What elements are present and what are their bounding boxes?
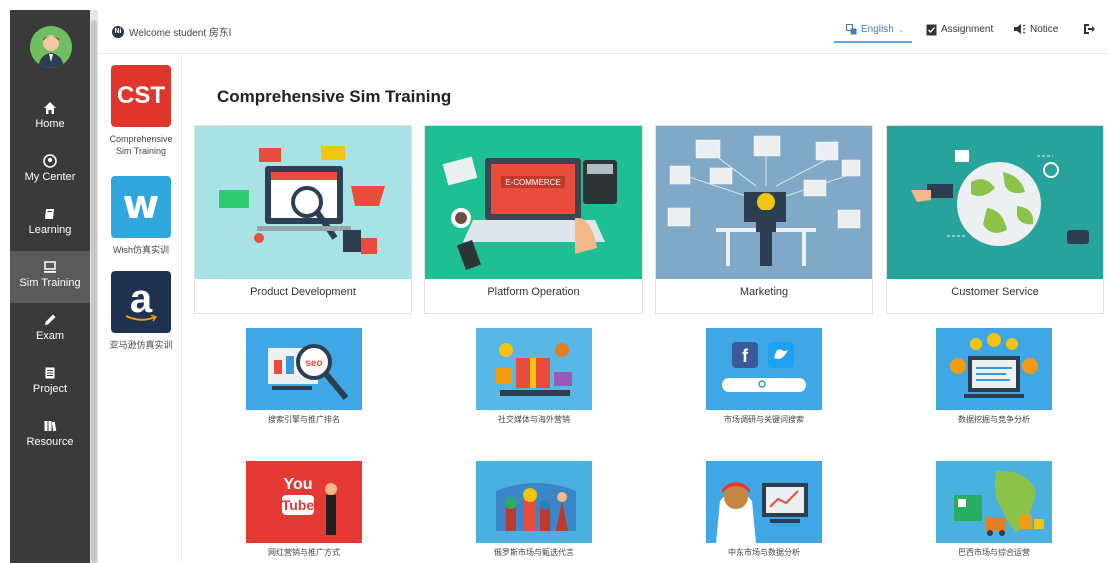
amazon-smile-icon bbox=[125, 315, 157, 322]
monitor-icon bbox=[44, 261, 56, 273]
sidebar-item-learning[interactable]: Learning bbox=[10, 198, 90, 250]
tile-search-engine[interactable]: seo 搜索引擎与推广排名 bbox=[246, 328, 362, 425]
amazon-logo: a bbox=[111, 271, 171, 333]
exit-link[interactable] bbox=[1083, 23, 1095, 35]
module-card-product-development[interactable]: Product Development bbox=[194, 125, 412, 314]
tile-label: 市场调研与关键词搜索 bbox=[724, 415, 804, 424]
tile-label: 社交媒体与海外营销 bbox=[498, 415, 570, 424]
sidebar-item-my-center[interactable]: My Center bbox=[10, 145, 90, 197]
tile-label: 中东市场与数据分析 bbox=[728, 548, 800, 557]
pencil-icon bbox=[45, 314, 56, 325]
tile-label: 搜索引擎与推广排名 bbox=[268, 415, 340, 424]
tile-influencer-marketing[interactable]: You Tube 网红营销与推广方式 bbox=[246, 461, 362, 558]
russia-market-illustration bbox=[476, 461, 592, 543]
wish-logo: w bbox=[111, 176, 171, 238]
logout-icon bbox=[1084, 24, 1095, 34]
megaphone-icon bbox=[1014, 24, 1026, 34]
project-icon bbox=[45, 367, 55, 379]
svg-text:f: f bbox=[742, 346, 749, 366]
column-divider bbox=[181, 54, 182, 563]
category-cst[interactable]: CST Comprehensive Sim Training bbox=[108, 65, 174, 157]
module-label: Customer Service bbox=[951, 286, 1039, 298]
language-active-indicator bbox=[834, 41, 912, 43]
sidebar-item-label: Project bbox=[32, 383, 68, 395]
sidebar-item-exam[interactable]: Exam bbox=[10, 304, 90, 356]
welcome-text: Welcome student 房东l bbox=[129, 28, 232, 39]
youtube-illustration: You Tube bbox=[246, 461, 362, 543]
module-label: Marketing bbox=[739, 286, 789, 298]
tile-brazil-market[interactable]: 巴西市场与综合运营 bbox=[936, 461, 1052, 558]
module-label: Product Development bbox=[250, 286, 356, 298]
platform-operation-illustration: E-COMMERCE bbox=[425, 126, 642, 279]
marketing-illustration bbox=[656, 126, 872, 279]
avatar[interactable] bbox=[30, 26, 72, 68]
library-icon bbox=[44, 421, 57, 432]
home-icon bbox=[44, 102, 56, 114]
sidebar-item-label: Home bbox=[35, 118, 65, 130]
page-title: Comprehensive Sim Training bbox=[217, 87, 452, 106]
category-wish[interactable]: w Wish仿真实训 bbox=[108, 176, 174, 256]
category-label: Comprehensive Sim Training bbox=[109, 134, 173, 156]
module-card-customer-service[interactable]: Customer Service bbox=[886, 125, 1104, 314]
tile-label: 网红营销与推广方式 bbox=[268, 548, 340, 557]
cst-logo: CST bbox=[111, 65, 171, 127]
module-card-platform-operation[interactable]: E-COMMERCE Platform Operation bbox=[424, 125, 643, 314]
scrollbar-thumb[interactable] bbox=[91, 20, 97, 563]
tile-label: 巴西市场与综合运营 bbox=[958, 548, 1030, 557]
module-label: Platform Operation bbox=[487, 286, 580, 298]
svg-text:E-COMMERCE: E-COMMERCE bbox=[505, 178, 561, 187]
language-label: English bbox=[861, 24, 894, 35]
market-research-illustration: f bbox=[706, 328, 822, 410]
book-icon bbox=[45, 209, 54, 219]
category-amazon[interactable]: a 亚马逊仿真实训 bbox=[108, 271, 174, 351]
category-label: 亚马逊仿真实训 bbox=[109, 340, 173, 350]
welcome-message: Ni Welcome student 房东l bbox=[112, 24, 231, 39]
sidebar-item-sim-training[interactable]: Sim Training bbox=[10, 251, 90, 303]
sidebar-item-home[interactable]: Home bbox=[10, 92, 90, 144]
assignment-label: Assignment bbox=[941, 24, 994, 35]
assignment-link[interactable]: Assignment bbox=[926, 23, 993, 36]
tile-russia-market[interactable]: 俄罗斯市场与甄选代言 bbox=[476, 461, 592, 558]
seo-illustration: seo bbox=[246, 328, 362, 410]
sidebar-item-resource[interactable]: Resource bbox=[10, 410, 90, 462]
sidebar-item-label: Resource bbox=[26, 436, 74, 448]
product-development-illustration bbox=[195, 126, 411, 279]
clipboard-icon bbox=[926, 24, 937, 36]
brazil-market-illustration bbox=[936, 461, 1052, 543]
sidebar-item-label: Exam bbox=[35, 330, 65, 342]
notice-label: Notice bbox=[1030, 23, 1059, 35]
svg-text:You: You bbox=[283, 476, 312, 493]
sidebar-item-project[interactable]: Project bbox=[10, 357, 90, 409]
category-label: Wish仿真实训 bbox=[113, 245, 169, 255]
sidebar-scrollbar[interactable] bbox=[90, 10, 98, 563]
tile-social-media[interactable]: 社交媒体与海外营销 bbox=[476, 328, 592, 425]
tile-label: 数据挖掘与竞争分析 bbox=[958, 415, 1030, 424]
sidebar-item-label: Sim Training bbox=[19, 277, 81, 289]
svg-text:Tube: Tube bbox=[282, 497, 315, 513]
language-selector[interactable]: English ⌄ bbox=[846, 24, 905, 35]
tile-data-mining[interactable]: 数据挖掘与竞争分析 bbox=[936, 328, 1052, 425]
chevron-down-icon: ⌄ bbox=[897, 25, 905, 34]
user-circle-icon bbox=[43, 154, 57, 168]
user-badge-icon: Ni bbox=[112, 25, 124, 38]
tile-middle-east-market[interactable]: 中东市场与数据分析 bbox=[706, 461, 822, 558]
translate-icon bbox=[846, 24, 857, 35]
svg-text:seo: seo bbox=[305, 358, 322, 369]
middle-east-illustration bbox=[706, 461, 822, 543]
module-card-marketing[interactable]: Marketing bbox=[655, 125, 873, 314]
sidebar-item-label: My Center bbox=[24, 171, 76, 183]
notice-link[interactable]: Notice bbox=[1013, 23, 1058, 35]
data-mining-illustration bbox=[936, 328, 1052, 410]
social-media-illustration bbox=[476, 328, 592, 410]
sidebar-item-label: Learning bbox=[28, 224, 72, 236]
customer-service-illustration bbox=[887, 126, 1103, 279]
tile-market-research[interactable]: f 市场调研与关键词搜索 bbox=[706, 328, 822, 425]
sidebar: Home My Center Learning Sim Training Exa… bbox=[10, 10, 90, 563]
tile-label: 俄罗斯市场与甄选代言 bbox=[494, 548, 574, 557]
